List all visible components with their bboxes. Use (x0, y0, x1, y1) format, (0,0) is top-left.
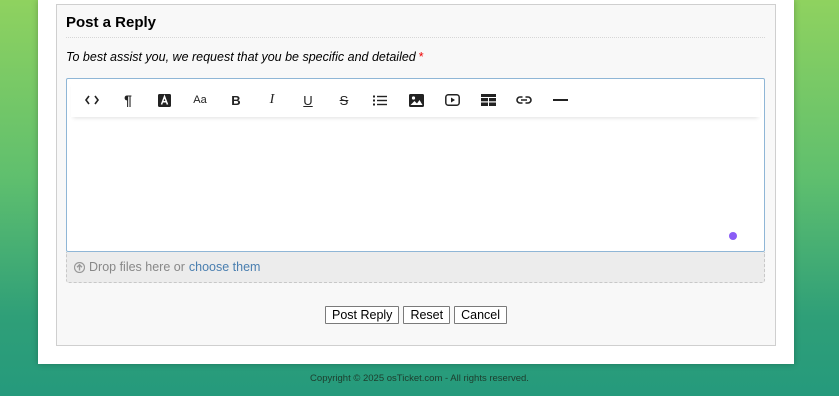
upload-icon (74, 261, 85, 273)
reply-title: Post a Reply (66, 14, 157, 31)
horizontal-rule-icon[interactable] (548, 89, 572, 111)
reply-instructions: To best assist you, we request that you … (66, 50, 424, 64)
italic-icon[interactable]: I (260, 89, 284, 111)
table-icon[interactable] (476, 89, 500, 111)
cancel-button[interactable]: Cancel (454, 306, 508, 324)
required-marker: * (418, 50, 424, 64)
strikethrough-icon[interactable]: S (332, 89, 356, 111)
link-icon[interactable] (512, 89, 536, 111)
post-reply-button[interactable]: Post Reply (324, 306, 400, 324)
image-icon[interactable] (404, 89, 428, 111)
instructions-text: To best assist you, we request that you … (66, 50, 416, 64)
post-reply-section: Post a Reply To best assist you, we requ… (56, 4, 776, 346)
underline-icon[interactable]: U (296, 89, 320, 111)
footer-copyright: Copyright © 2025 osTicket.com - All righ… (310, 373, 529, 384)
divider (66, 37, 765, 38)
dropzone-text: Drop files here or (89, 260, 185, 274)
bold-icon[interactable]: B (224, 89, 248, 111)
choose-files-link[interactable]: choose them (189, 260, 261, 274)
rich-text-editor[interactable]: ¶ Aa B I U S (66, 78, 765, 252)
content-panel: Post a Reply To best assist you, we requ… (38, 0, 794, 364)
font-size-icon[interactable]: Aa (188, 89, 212, 111)
paragraph-icon[interactable]: ¶ (116, 89, 140, 111)
video-icon[interactable] (440, 89, 464, 111)
list-icon[interactable] (368, 89, 392, 111)
dropzone-content: Drop files here or choose them (74, 260, 260, 274)
reset-button[interactable]: Reset (403, 306, 451, 324)
editor-toolbar: ¶ Aa B I U S (71, 81, 760, 117)
font-color-icon[interactable] (152, 89, 176, 111)
file-dropzone[interactable]: Drop files here or choose them (66, 252, 765, 283)
form-buttons: Post Reply Reset Cancel (57, 306, 775, 324)
cursor-indicator (729, 232, 737, 240)
code-icon[interactable] (80, 89, 104, 111)
